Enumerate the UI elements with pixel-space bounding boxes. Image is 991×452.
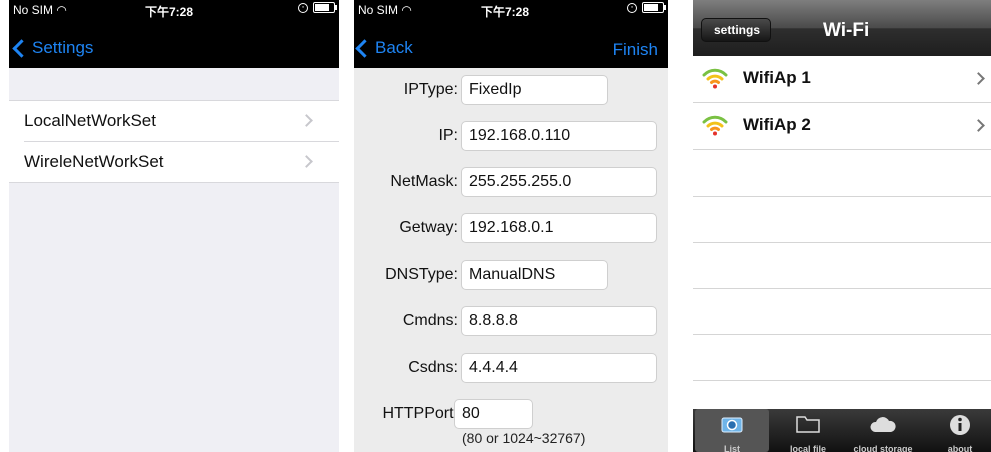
cmdns-row: Cmdns: 8.8.8.8 <box>354 306 668 336</box>
cmdns-label: Cmdns: <box>402 312 458 329</box>
wifi-network-row[interactable]: WifiAp 2 <box>693 103 991 150</box>
wifi-network-row[interactable]: WifiAp 1 <box>693 56 991 103</box>
empty-row <box>693 288 991 335</box>
tab-local-file[interactable]: local file <box>771 409 845 452</box>
tab-bar: List local file cloud storage about <box>693 409 991 452</box>
back-button[interactable]: Settings <box>11 38 93 58</box>
back-button[interactable]: Back <box>354 38 413 58</box>
iptype-label: IPType: <box>403 81 458 98</box>
back-button-label: Back <box>375 38 413 57</box>
list-item-label: WireleNetWorkSet <box>24 152 164 171</box>
navigation-bar: settings Wi-Fi <box>693 0 991 56</box>
camera-icon <box>721 417 743 433</box>
dnstype-row: DNSType: ManualDNS <box>354 260 668 290</box>
iptype-row: IPType: FixedIp <box>354 75 668 105</box>
status-bar: No SIM ◠ 下午7:28 ◦ <box>354 0 668 20</box>
network-config-screen: No SIM ◠ 下午7:28 ◦ Back Finish IPType: Fi… <box>354 0 668 452</box>
csdns-row: Csdns: 4.4.4.4 <box>354 353 668 383</box>
chevron-right-icon <box>300 114 313 127</box>
ip-row: IP: 192.168.0.110 <box>354 121 668 151</box>
info-icon <box>950 415 970 435</box>
tab-label: local file <box>789 444 826 452</box>
getway-row: Getway: 192.168.0.1 <box>354 213 668 243</box>
netmask-row: NetMask: 255.255.255.0 <box>354 167 668 197</box>
status-right: ◦ <box>627 2 666 13</box>
iptype-select[interactable]: FixedIp <box>461 75 608 105</box>
wifi-network-name: WifiAp 2 <box>743 115 811 134</box>
rotation-lock-icon: ◦ <box>298 2 308 13</box>
status-time: 下午7:28 <box>481 5 530 19</box>
tab-label: List <box>723 444 740 452</box>
folder-icon <box>796 416 820 433</box>
cmdns-input[interactable]: 8.8.8.8 <box>461 306 657 336</box>
tab-about[interactable]: about <box>923 409 991 452</box>
tab-label: cloud storage <box>853 444 913 452</box>
list-item-wirelenetworkset[interactable]: WireleNetWorkSet <box>24 141 339 182</box>
wifi-signal-icon: ◠ <box>56 3 67 17</box>
carrier-label: No SIM ◠ <box>358 3 412 17</box>
status-right: ◦ <box>298 2 337 13</box>
list-item-label: LocalNetWorkSet <box>24 111 156 130</box>
cloud-icon <box>870 417 896 432</box>
list-item-localnetworkset[interactable]: LocalNetWorkSet <box>9 101 339 141</box>
httpport-label: HTTPPort: <box>382 405 458 422</box>
battery-icon <box>313 2 337 13</box>
wifi-network-name: WifiAp 1 <box>743 68 811 87</box>
tab-list[interactable]: List <box>695 409 769 452</box>
empty-row <box>693 196 991 243</box>
getway-input[interactable]: 192.168.0.1 <box>461 213 657 243</box>
wifi-icon <box>702 68 728 89</box>
finish-button[interactable]: Finish <box>613 40 658 60</box>
dnstype-select[interactable]: ManualDNS <box>461 260 608 290</box>
getway-label: Getway: <box>399 219 458 236</box>
netmask-input[interactable]: 255.255.255.0 <box>461 167 657 197</box>
httpport-input[interactable]: 80 <box>454 399 533 429</box>
carrier-text: No SIM <box>358 3 399 17</box>
tab-cloud-storage[interactable]: cloud storage <box>846 409 920 452</box>
settings-list: LocalNetWorkSet WireleNetWorkSet <box>9 100 339 183</box>
csdns-input[interactable]: 4.4.4.4 <box>461 353 657 383</box>
wifi-signal-icon: ◠ <box>401 3 412 17</box>
navigation-bar: No SIM ◠ 下午7:28 ◦ Back Finish <box>354 0 668 68</box>
ip-input[interactable]: 192.168.0.110 <box>461 121 657 151</box>
carrier-text: No SIM <box>13 3 54 17</box>
settings-back-button[interactable]: settings <box>701 18 772 42</box>
chevron-left-icon <box>12 38 31 58</box>
carrier-label: No SIM ◠ <box>13 3 67 17</box>
netmask-label: NetMask: <box>390 173 458 190</box>
status-bar: No SIM ◠ 下午7:28 ◦ <box>9 0 339 20</box>
status-time: 下午7:28 <box>145 5 194 19</box>
chevron-right-icon <box>300 155 313 168</box>
ip-label: IP: <box>438 127 458 144</box>
rotation-lock-icon: ◦ <box>627 2 637 13</box>
empty-row <box>693 242 991 289</box>
settings-screen: No SIM ◠ 下午7:28 ◦ Settings LocalNetWorkS… <box>9 0 339 452</box>
port-range-hint: (80 or 1024~32767) <box>462 430 586 446</box>
empty-row <box>693 150 991 197</box>
csdns-label: Csdns: <box>408 359 458 376</box>
page-title: Wi-Fi <box>823 20 870 41</box>
navigation-bar: No SIM ◠ 下午7:28 ◦ Settings <box>9 0 339 68</box>
empty-row <box>693 334 991 381</box>
chevron-right-icon <box>972 72 985 85</box>
dnstype-label: DNSType: <box>385 266 458 283</box>
wifi-icon <box>702 115 728 136</box>
chevron-right-icon <box>972 119 985 132</box>
tab-label: about <box>947 444 973 452</box>
back-button-label: Settings <box>32 38 94 57</box>
battery-icon <box>642 2 666 13</box>
chevron-left-icon <box>355 38 374 58</box>
wifi-list-screen: settings Wi-Fi WifiAp 1 WifiAp 2 List lo… <box>693 0 991 452</box>
httpport-row: HTTPPort: 80 <box>354 399 668 429</box>
